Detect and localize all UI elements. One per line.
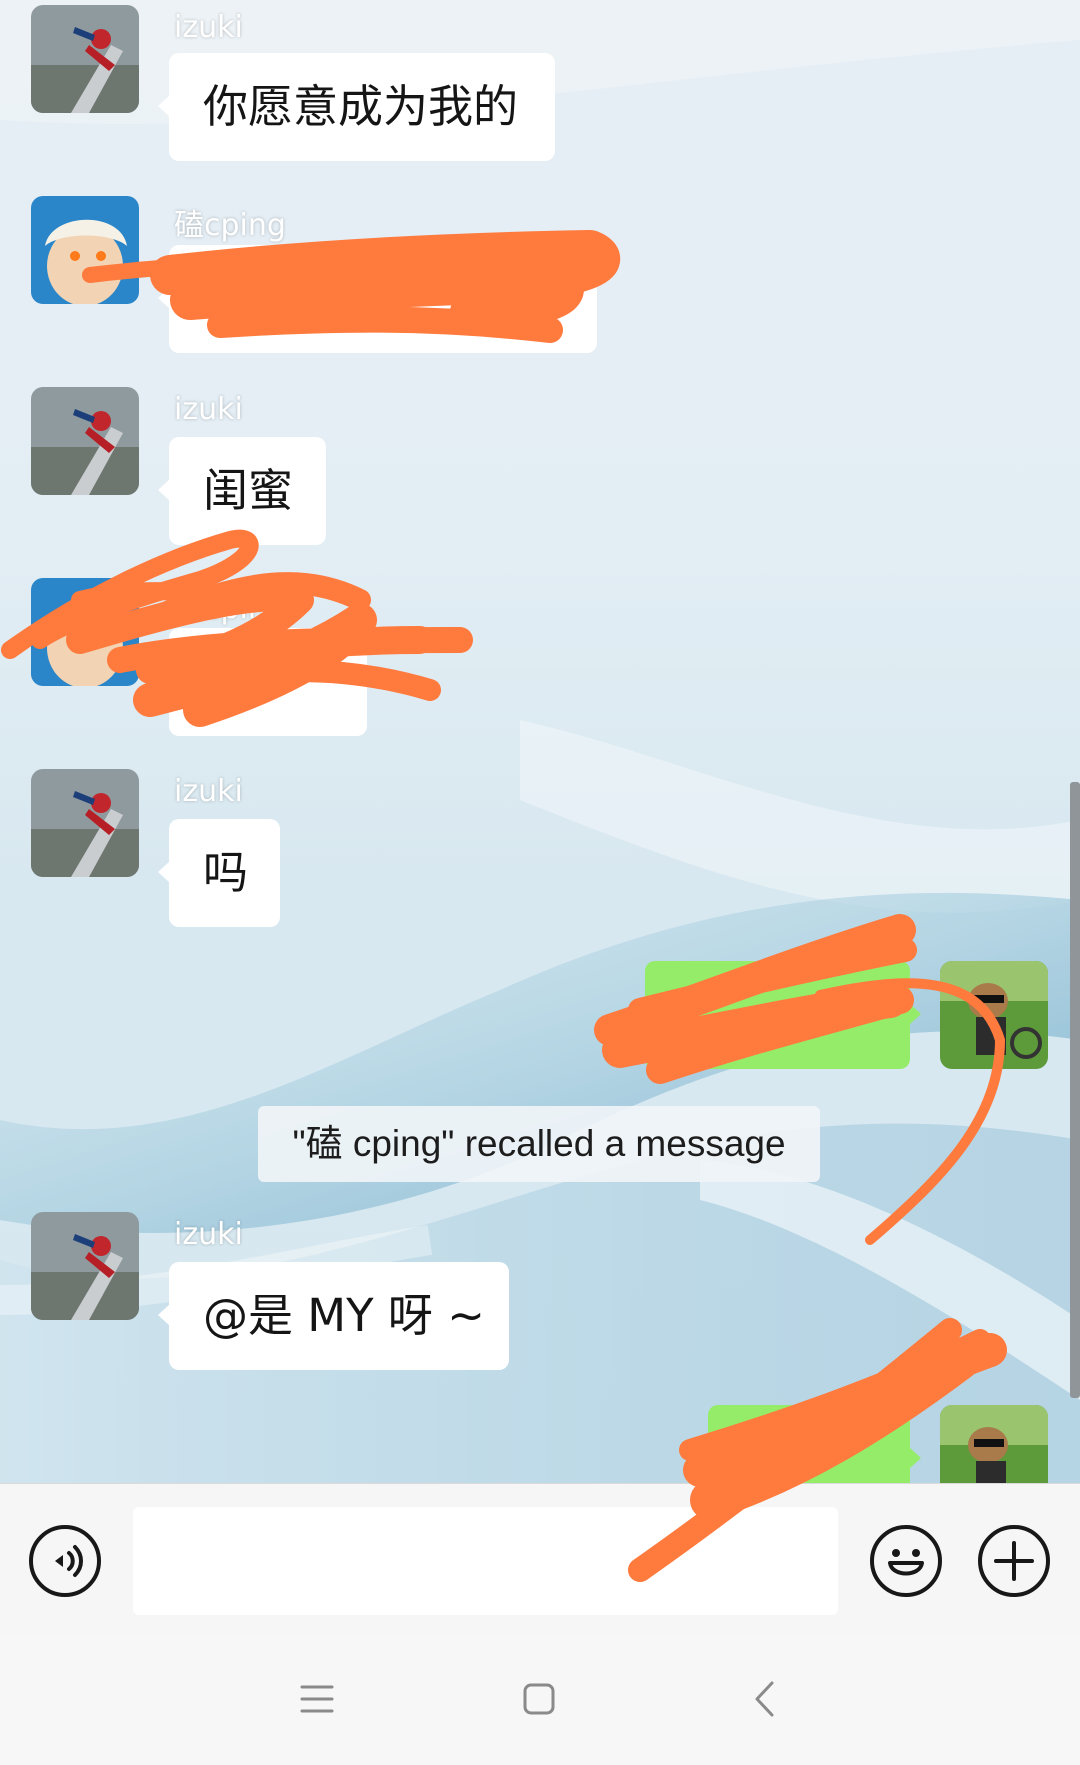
wallpaper-waves	[0, 0, 1080, 1483]
spiderman-avatar-icon	[31, 769, 139, 877]
outgoing-message-bubble[interactable]	[645, 961, 921, 1069]
avatar[interactable]	[31, 1212, 139, 1320]
system-nav-bar	[0, 1636, 1080, 1765]
sender-name: izuki	[174, 392, 243, 427]
avatar[interactable]	[31, 196, 139, 304]
spiderman-avatar-icon	[31, 5, 139, 113]
dog-avatar-icon	[940, 1405, 1048, 1483]
emoji-icon	[888, 1549, 924, 1576]
sender-name: izuki	[174, 1217, 243, 1252]
spiderman-avatar-icon	[31, 387, 139, 495]
sender-name: izuki	[174, 10, 243, 45]
sender-name: 磕cping	[174, 208, 286, 243]
avatar[interactable]	[31, 769, 139, 877]
message-bubble[interactable]: 你愿意成为我的	[158, 53, 555, 161]
message-bubble[interactable]	[158, 628, 367, 736]
recalled-message-note: "磕 cping" recalled a message	[258, 1106, 820, 1182]
back-chevron-icon[interactable]	[752, 1680, 776, 1718]
input-bar	[0, 1483, 1080, 1637]
plus-icon	[994, 1541, 1034, 1581]
message-bubble[interactable]: 吗	[158, 819, 280, 927]
voice-icon	[55, 1545, 83, 1577]
add-button[interactable]	[978, 1525, 1050, 1597]
message-bubble[interactable]: 闺蜜	[158, 437, 326, 545]
voice-button[interactable]	[29, 1525, 101, 1597]
emoji-button[interactable]	[870, 1525, 942, 1597]
menu-icon[interactable]	[300, 1684, 334, 1714]
avatar[interactable]	[31, 5, 139, 113]
home-square-icon[interactable]	[522, 1682, 556, 1716]
outgoing-message-bubble[interactable]	[708, 1405, 921, 1483]
anime-avatar-icon	[31, 196, 139, 304]
scrollbar[interactable]	[1070, 782, 1080, 1398]
sender-name: izuki	[174, 774, 243, 809]
dog-avatar-icon	[940, 961, 1048, 1069]
avatar[interactable]	[940, 1405, 1048, 1483]
avatar[interactable]	[940, 961, 1048, 1069]
avatar[interactable]	[31, 387, 139, 495]
message-bubble[interactable]: @是 MY 呀 ~	[158, 1262, 509, 1370]
avatar[interactable]	[31, 578, 139, 686]
anime-avatar-icon	[31, 578, 139, 686]
spiderman-avatar-icon	[31, 1212, 139, 1320]
sender-name: 磕cping	[174, 591, 286, 626]
message-input[interactable]	[133, 1507, 838, 1615]
chat-area: izuki 你愿意成为我的 磕cping 。 izuki 闺蜜 磕cping i…	[0, 0, 1080, 1483]
message-bubble[interactable]: 。	[158, 245, 597, 353]
